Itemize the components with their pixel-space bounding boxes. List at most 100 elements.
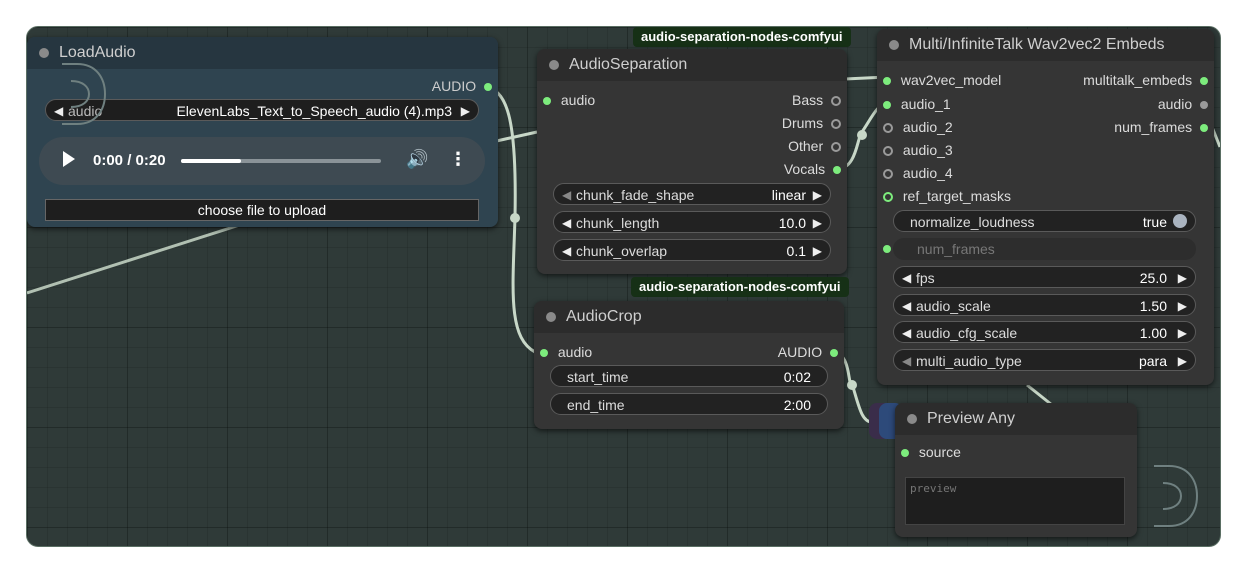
slot-dot-icon[interactable] [883, 146, 893, 157]
arrow-right-icon[interactable]: ▶ [813, 212, 822, 234]
preview-textarea[interactable] [905, 477, 1125, 525]
slot-dot-icon[interactable] [883, 123, 893, 134]
slot-dot-icon[interactable] [883, 192, 893, 203]
arrow-left-icon[interactable]: ◀ [562, 184, 571, 206]
input-slot-source[interactable]: source [901, 443, 961, 461]
node-audio-crop[interactable]: AudioCrop audio AUDIO start_time 0:02 en… [534, 301, 844, 429]
widget-fps[interactable]: ◀ fps 25.0 ▶ [893, 266, 1196, 288]
slot-dot-icon[interactable] [883, 77, 891, 86]
widget-chunk-overlap[interactable]: ◀ chunk_overlap 0.1 ▶ [553, 239, 831, 261]
disabled-input-num-frames[interactable]: num_frames [883, 238, 1196, 260]
arrow-left-icon[interactable]: ◀ [902, 267, 911, 289]
output-slot-vocals[interactable]: Vocals [784, 160, 841, 178]
slot-dot-icon[interactable] [1200, 77, 1208, 86]
input-slot-audio-4[interactable]: audio_4 [883, 164, 953, 182]
output-slot-num-frames[interactable]: num_frames [1114, 118, 1208, 136]
toggle-knob-icon[interactable] [1173, 214, 1187, 228]
more-options-icon[interactable]: ⋮ [449, 149, 467, 170]
arrow-left-icon[interactable]: ◀ [902, 295, 911, 317]
audio-player[interactable]: 0:00 / 0:20 🔊 ⋮ [39, 137, 485, 185]
seek-bar[interactable] [181, 159, 381, 163]
slot-dot-icon[interactable] [831, 142, 841, 153]
slot-dot-icon[interactable] [883, 245, 891, 253]
input-slot-audio-1[interactable]: audio_1 [883, 95, 951, 113]
arrow-right-icon[interactable]: ▶ [1178, 295, 1187, 317]
link-multitalk-to-preview [1026, 383, 1053, 407]
arrow-right-icon[interactable]: ▶ [1178, 350, 1187, 372]
widget-multi-audio-type[interactable]: ◀ multi_audio_type para ▶ [893, 349, 1196, 371]
slot-dot-icon[interactable] [831, 119, 841, 130]
output-slot-audio[interactable]: AUDIO [432, 77, 492, 95]
collapse-dot-icon[interactable] [907, 414, 917, 424]
comfy-watermark-icon [1154, 465, 1199, 527]
slot-dot-icon[interactable] [883, 169, 893, 180]
slot-dot-icon[interactable] [543, 97, 551, 106]
widget-audio-scale[interactable]: ◀ audio_scale 1.50 ▶ [893, 294, 1196, 316]
arrow-right-icon[interactable]: ▶ [461, 100, 470, 122]
comfy-watermark-icon [62, 63, 107, 125]
arrow-left-icon[interactable]: ◀ [902, 322, 911, 344]
node-badge: audio-separation-nodes-comfyui [633, 27, 851, 47]
input-slot-wav2vec-model[interactable]: wav2vec_model [883, 71, 1001, 89]
volume-icon[interactable]: 🔊 [406, 149, 428, 170]
node-title[interactable]: AudioCrop [534, 301, 844, 333]
seek-bar-fill [181, 159, 241, 163]
output-slot-audio[interactable]: AUDIO [778, 343, 838, 361]
node-title[interactable]: Multi/InfiniteTalk Wav2vec2 Embeds [877, 29, 1214, 61]
collapse-dot-icon[interactable] [546, 312, 556, 322]
slot-dot-icon[interactable] [833, 166, 841, 175]
arrow-left-icon[interactable]: ◀ [562, 240, 571, 262]
slot-dot-icon[interactable] [1200, 124, 1208, 133]
widget-audio-cfg-scale[interactable]: ◀ audio_cfg_scale 1.00 ▶ [893, 321, 1196, 343]
toggle-normalize-loudness[interactable]: normalize_loudness true [893, 210, 1196, 232]
arrow-left-icon[interactable]: ◀ [562, 212, 571, 234]
link-reroute-dot [847, 380, 857, 390]
link-loadaudio-to-separation-b [491, 130, 538, 144]
node-preview-any[interactable]: Preview Any source [895, 403, 1137, 537]
widget-chunk-length[interactable]: ◀ chunk_length 10.0 ▶ [553, 211, 831, 233]
arrow-right-icon[interactable]: ▶ [1178, 322, 1187, 344]
output-slot-multitalk-embeds[interactable]: multitalk_embeds [1083, 71, 1208, 89]
input-slot-audio-2[interactable]: audio_2 [883, 118, 953, 136]
slot-dot-icon[interactable] [883, 101, 891, 110]
arrow-right-icon[interactable]: ▶ [1178, 267, 1187, 289]
output-slot-drums[interactable]: Drums [782, 114, 841, 132]
player-time: 0:00 / 0:20 [93, 152, 166, 169]
slot-dot-icon[interactable] [901, 449, 909, 458]
input-slot-audio-3[interactable]: audio_3 [883, 141, 953, 159]
node-title-text: AudioSeparation [569, 56, 688, 73]
slot-dot-icon[interactable] [1200, 101, 1208, 110]
node-title-text: Multi/InfiniteTalk Wav2vec2 Embeds [909, 36, 1165, 53]
output-slot-bass[interactable]: Bass [792, 91, 841, 109]
collapse-dot-icon[interactable] [39, 48, 49, 58]
node-badge: audio-separation-nodes-comfyui [631, 277, 849, 297]
widget-chunk-fade-shape[interactable]: ◀ chunk_fade_shape linear ▶ [553, 183, 831, 205]
node-title[interactable]: AudioSeparation [537, 49, 847, 81]
widget-start-time[interactable]: start_time 0:02 [550, 365, 828, 387]
arrow-right-icon[interactable]: ▶ [813, 184, 822, 206]
node-title[interactable]: Preview Any [895, 403, 1137, 435]
output-slot-other[interactable]: Other [788, 137, 841, 155]
slot-dot-icon[interactable] [831, 96, 841, 107]
output-slot-audio[interactable]: audio [1158, 95, 1208, 113]
widget-end-time[interactable]: end_time 2:00 [550, 393, 828, 415]
graph-canvas[interactable]: LoadAudio AUDIO ◀ audio ElevenLabs_Text_… [26, 26, 1221, 547]
play-icon[interactable] [63, 151, 75, 167]
node-load-audio[interactable]: LoadAudio AUDIO ◀ audio ElevenLabs_Text_… [27, 37, 498, 227]
collapse-dot-icon[interactable] [549, 60, 559, 70]
arrow-right-icon[interactable]: ▶ [813, 240, 822, 262]
slot-dot-icon[interactable] [484, 83, 492, 92]
node-multitalk-embeds[interactable]: Multi/InfiniteTalk Wav2vec2 Embeds wav2v… [877, 29, 1214, 385]
audio-combo[interactable]: ◀ audio ElevenLabs_Text_to_Speech_audio … [45, 99, 479, 121]
input-slot-ref-target-masks[interactable]: ref_target_masks [883, 187, 1011, 205]
input-slot-audio[interactable]: audio [543, 91, 595, 109]
collapse-dot-icon[interactable] [889, 40, 899, 50]
upload-button[interactable]: choose file to upload [45, 199, 479, 221]
node-audio-separation[interactable]: AudioSeparation audio Bass Drums Other V… [537, 49, 847, 274]
link-reroute-dot [510, 213, 520, 223]
input-slot-audio[interactable]: audio [540, 343, 592, 361]
node-title-text: Preview Any [927, 410, 1016, 427]
slot-dot-icon[interactable] [830, 349, 838, 358]
slot-dot-icon[interactable] [540, 349, 548, 358]
arrow-left-icon[interactable]: ◀ [902, 350, 911, 372]
